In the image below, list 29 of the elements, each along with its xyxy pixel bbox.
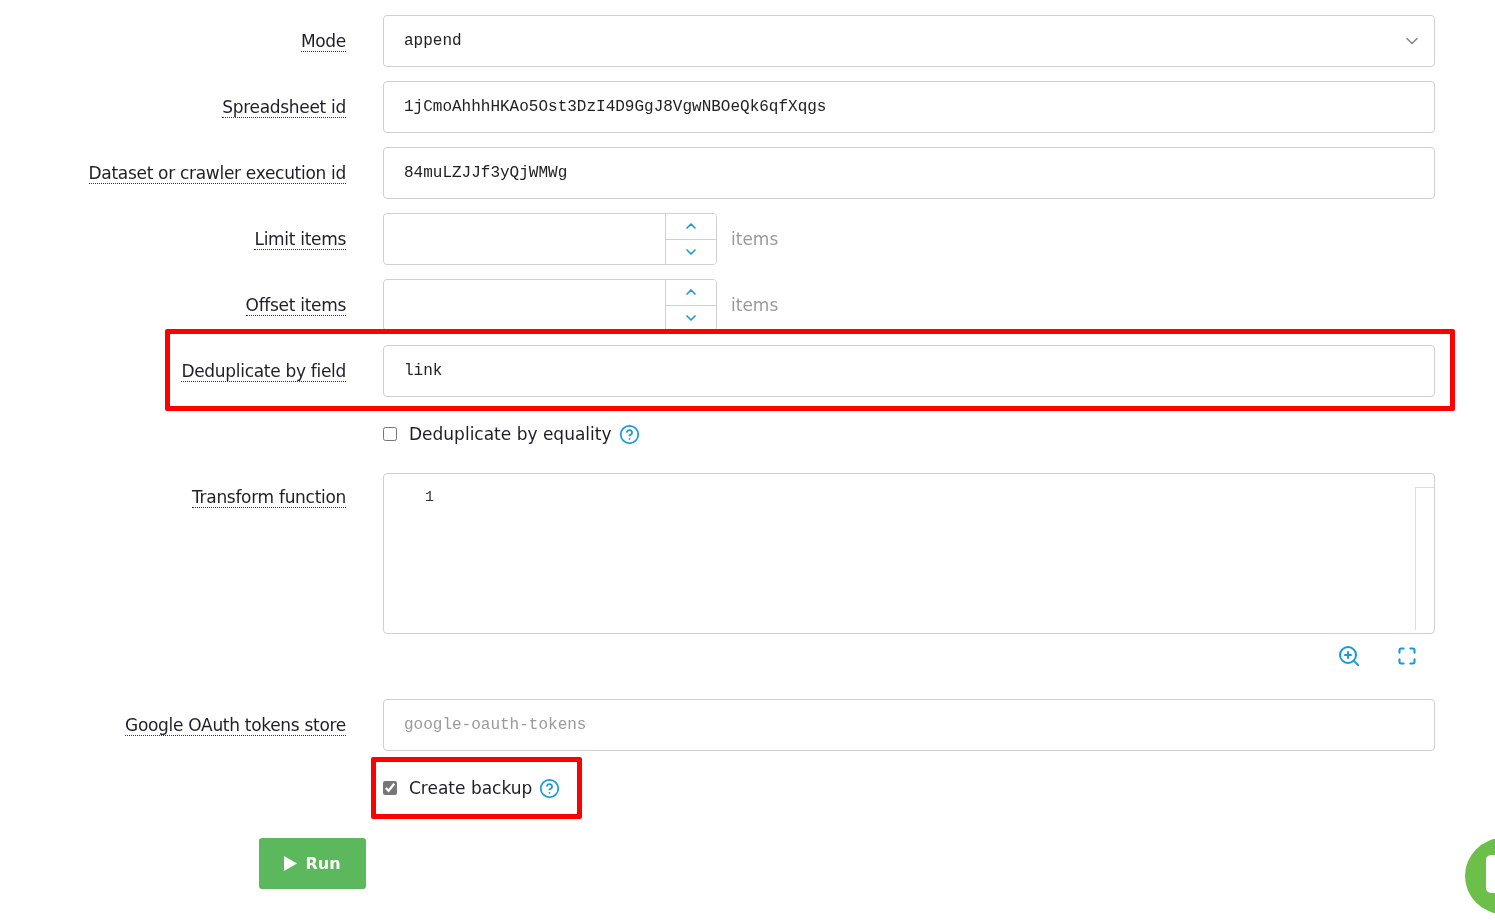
- field-label: Transform function: [192, 487, 346, 508]
- unit-text: items: [731, 229, 779, 249]
- number-field[interactable]: [383, 213, 717, 265]
- help-icon[interactable]: [539, 777, 561, 799]
- field-label: Dataset or crawler execution id: [88, 162, 346, 184]
- unit-text: items: [731, 295, 779, 315]
- field-label: Mode: [300, 30, 346, 52]
- field-label: Spreadsheet id: [222, 96, 346, 118]
- increment-button[interactable]: [666, 214, 716, 240]
- field-label: Offset items: [245, 294, 346, 316]
- number-field[interactable]: [383, 279, 717, 331]
- line-number: 1: [424, 488, 434, 508]
- field-label: Limit items: [254, 228, 346, 250]
- checkbox-label: Deduplicate by equality: [409, 424, 612, 444]
- input-field[interactable]: link: [383, 345, 1435, 397]
- input-field[interactable]: 1jCmoAhhhHKAo5Ost3DzI4D9GgJ8VgwNBOeQk6qfXqgs: [383, 81, 1435, 133]
- increment-button[interactable]: [666, 280, 716, 306]
- checkbox-label: Create backup: [409, 778, 533, 798]
- field-label: Deduplicate by field: [181, 360, 346, 382]
- fullscreen-icon[interactable]: [1397, 646, 1417, 666]
- checkbox[interactable]: [383, 781, 397, 795]
- checkbox[interactable]: [383, 427, 397, 441]
- help-icon[interactable]: [618, 423, 640, 445]
- code-editor[interactable]: 1: [383, 473, 1435, 634]
- field-label: Google OAuth tokens store: [125, 714, 346, 736]
- play-icon: [284, 856, 298, 871]
- mode-select[interactable]: append: [383, 15, 1435, 67]
- zoom-in-icon[interactable]: [1337, 644, 1361, 668]
- input-field[interactable]: 84muLZJJf3yQjWMWg: [383, 147, 1435, 199]
